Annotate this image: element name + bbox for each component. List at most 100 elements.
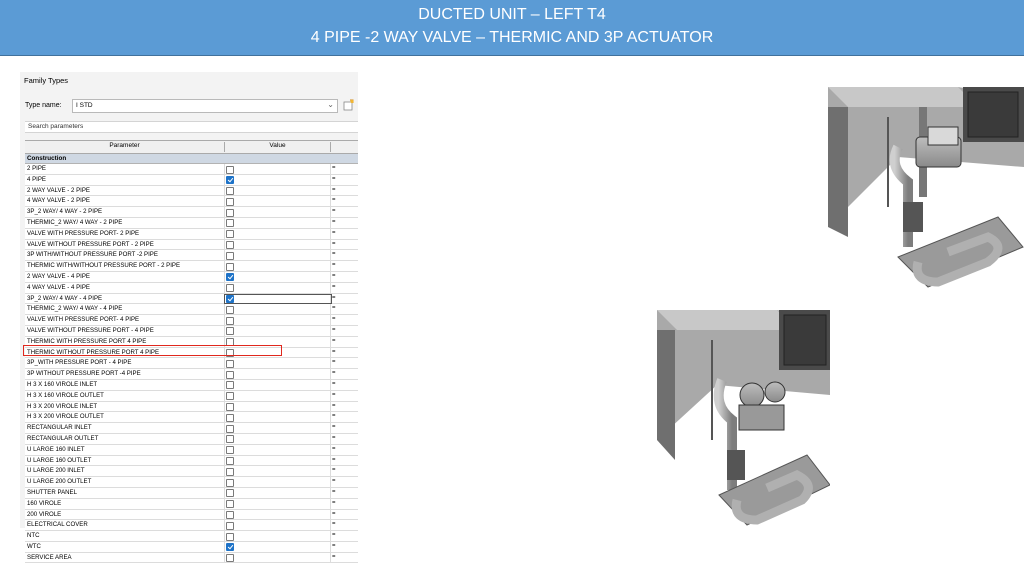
formula-cell[interactable]: = — [332, 358, 336, 368]
formula-cell[interactable]: = — [332, 272, 336, 282]
value-checkbox[interactable] — [226, 208, 234, 217]
formula-cell[interactable]: = — [332, 553, 336, 563]
value-checkbox[interactable] — [226, 316, 234, 325]
value-checkbox[interactable] — [226, 305, 234, 314]
value-checkbox[interactable] — [226, 381, 234, 390]
formula-cell[interactable]: = — [332, 477, 336, 487]
value-checkbox[interactable] — [226, 457, 234, 466]
search-parameters-input[interactable]: Search parameters — [25, 121, 358, 133]
value-checkbox[interactable] — [226, 489, 234, 498]
formula-cell[interactable]: = — [332, 456, 336, 466]
formula-cell[interactable]: = — [332, 520, 336, 530]
formula-cell[interactable]: = — [332, 315, 336, 325]
value-checkbox[interactable] — [226, 284, 234, 293]
value-checkbox[interactable] — [226, 403, 234, 412]
value-checkbox[interactable] — [226, 262, 234, 271]
value-checkbox[interactable] — [226, 327, 234, 336]
formula-cell[interactable]: = — [332, 510, 336, 520]
value-checkbox[interactable] — [226, 165, 234, 174]
value-checkbox[interactable] — [226, 251, 234, 260]
value-checkbox[interactable] — [226, 273, 234, 282]
value-checkbox[interactable] — [226, 478, 234, 487]
formula-cell[interactable]: = — [332, 488, 336, 498]
parameter-row[interactable]: U LARGE 200 INLET = — [25, 466, 358, 478]
value-checkbox[interactable] — [226, 446, 234, 455]
value-checkbox[interactable] — [226, 176, 234, 185]
value-checkbox[interactable] — [226, 532, 234, 541]
value-checkbox[interactable] — [226, 359, 234, 368]
value-checkbox[interactable] — [226, 187, 234, 196]
value-column-header[interactable]: Value — [225, 142, 331, 152]
parameter-row[interactable]: 200 VIROLE = — [25, 509, 358, 521]
parameter-row[interactable]: 4 WAY VALVE - 4 PIPE = — [25, 282, 358, 294]
value-checkbox[interactable] — [226, 521, 234, 530]
parameter-row[interactable]: H 3 X 200 VIROLE OUTLET = — [25, 412, 358, 424]
parameter-row[interactable]: U LARGE 160 INLET = — [25, 444, 358, 456]
formula-cell[interactable]: = — [332, 531, 336, 541]
formula-cell[interactable]: = — [332, 423, 336, 433]
parameter-row[interactable]: H 3 X 160 VIROLE OUTLET = — [25, 390, 358, 402]
value-checkbox[interactable] — [226, 435, 234, 444]
formula-cell[interactable]: = — [332, 175, 336, 185]
type-name-select[interactable]: I STD ⌄ — [72, 99, 338, 113]
value-checkbox[interactable] — [226, 230, 234, 239]
parameter-row[interactable]: 4 WAY VALVE - 2 PIPE = — [25, 196, 358, 208]
value-checkbox[interactable] — [226, 219, 234, 228]
parameter-row[interactable]: 4 PIPE = — [25, 174, 358, 186]
parameter-row[interactable]: NTC = — [25, 531, 358, 542]
parameter-row[interactable]: 3P_WITH PRESSURE PORT - 4 PIPE = — [25, 358, 358, 370]
parameter-row[interactable]: 2 WAY VALVE - 2 PIPE = — [25, 185, 358, 197]
parameter-row[interactable]: 3P_2 WAY/ 4 WAY - 2 PIPE = — [25, 207, 358, 218]
value-checkbox[interactable] — [226, 500, 234, 509]
formula-cell[interactable]: = — [332, 499, 336, 509]
formula-cell[interactable]: = — [332, 466, 336, 476]
parameter-row[interactable]: H 3 X 160 VIROLE INLET = — [25, 379, 358, 391]
parameter-row[interactable]: THERMIC_2 WAY/ 4 WAY - 4 PIPE = — [25, 304, 358, 316]
value-checkbox[interactable] — [226, 554, 234, 563]
parameter-row[interactable]: H 3 X 200 VIROLE INLET = — [25, 401, 358, 413]
value-checkbox[interactable] — [226, 241, 234, 250]
value-checkbox[interactable] — [226, 197, 234, 206]
parameter-row[interactable]: U LARGE 160 OUTLET = — [25, 455, 358, 467]
value-checkbox[interactable] — [226, 424, 234, 433]
formula-cell[interactable]: = — [332, 207, 336, 217]
formula-cell[interactable]: = — [332, 348, 336, 358]
formula-cell[interactable]: = — [332, 218, 336, 228]
formula-cell[interactable]: = — [332, 164, 336, 174]
formula-cell[interactable]: = — [332, 186, 336, 196]
formula-cell[interactable]: = — [332, 412, 336, 422]
formula-cell[interactable]: = — [332, 445, 336, 455]
parameter-row[interactable]: 3P_2 WAY/ 4 WAY - 4 PIPE = — [25, 293, 358, 305]
formula-cell[interactable]: = — [332, 434, 336, 444]
formula-cell[interactable]: = — [332, 304, 336, 314]
formula-cell[interactable]: = — [332, 337, 336, 347]
parameter-row[interactable]: SERVICE AREA = — [25, 552, 358, 564]
formula-cell[interactable]: = — [332, 283, 336, 293]
parameter-row[interactable]: 3P WITH/WITHOUT PRESSURE PORT -2 PIPE = — [25, 250, 358, 262]
parameter-row[interactable]: 160 VIROLE = — [25, 498, 358, 510]
value-checkbox[interactable] — [226, 370, 234, 379]
parameter-row[interactable]: VALVE WITH PRESSURE PORT- 2 PIPE = — [25, 228, 358, 240]
parameter-row[interactable]: VALVE WITHOUT PRESSURE PORT - 4 PIPE = — [25, 325, 358, 337]
new-type-icon[interactable] — [343, 99, 355, 111]
group-construction[interactable]: Construction — [25, 154, 358, 164]
parameter-row[interactable]: 2 WAY VALVE - 4 PIPE = — [25, 271, 358, 283]
parameter-row[interactable]: WTC = — [25, 541, 358, 553]
parameter-row[interactable]: 3P WITHOUT PRESSURE PORT -4 PIPE = — [25, 369, 358, 380]
formula-cell[interactable]: = — [332, 391, 336, 401]
value-checkbox[interactable] — [226, 413, 234, 422]
value-checkbox[interactable] — [226, 511, 234, 519]
parameter-row[interactable]: RECTANGULAR INLET = — [25, 423, 358, 434]
parameter-row[interactable]: THERMIC WITH/WITHOUT PRESSURE PORT - 2 P… — [25, 261, 358, 272]
parameter-row[interactable]: THERMIC_2 WAY/ 4 WAY - 2 PIPE = — [25, 217, 358, 229]
formula-cell[interactable]: = — [332, 250, 336, 260]
value-checkbox[interactable] — [226, 392, 234, 401]
formula-cell[interactable]: = — [332, 196, 336, 206]
value-checkbox[interactable] — [226, 467, 234, 476]
formula-cell[interactable]: = — [332, 229, 336, 239]
formula-cell[interactable]: = — [332, 326, 336, 336]
parameter-row[interactable]: VALVE WITHOUT PRESSURE PORT - 2 PIPE = — [25, 239, 358, 251]
parameter-row[interactable]: ELECTRICAL COVER = — [25, 520, 358, 532]
parameter-row[interactable]: 2 PIPE = — [25, 164, 358, 175]
formula-cell[interactable]: = — [332, 261, 336, 271]
